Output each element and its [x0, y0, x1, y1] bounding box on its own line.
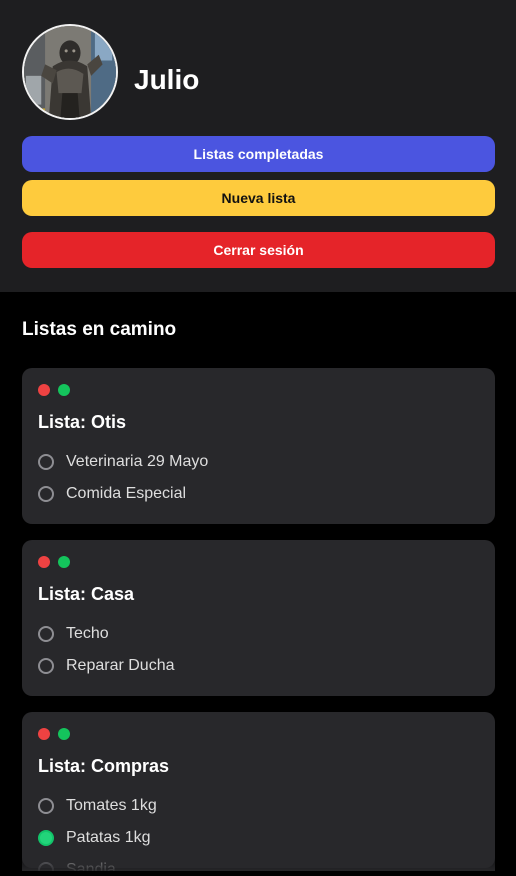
- statue-photo-avatar: [24, 26, 116, 118]
- radio-check-icon[interactable]: [38, 486, 54, 502]
- task-label: Comida Especial: [66, 485, 187, 502]
- task-item[interactable]: Comida Especial: [38, 478, 208, 510]
- red-status-dot[interactable]: [38, 728, 50, 740]
- radio-check-icon[interactable]: [38, 830, 54, 846]
- task-item[interactable]: Patatas 1kg: [38, 822, 157, 854]
- card-status-dots: [38, 384, 70, 396]
- radio-check-icon[interactable]: [38, 658, 54, 674]
- task-item[interactable]: Tomates 1kg: [38, 790, 157, 822]
- task-item[interactable]: Veterinaria 29 Mayo: [38, 446, 208, 478]
- list-title: Lista: Casa: [38, 584, 135, 604]
- task-label: Reparar Ducha: [66, 657, 175, 674]
- list-title: Lista: Compras: [38, 756, 170, 776]
- completed-lists-button[interactable]: Listas completadas: [22, 136, 495, 172]
- section-title: Listas en camino: [22, 319, 177, 340]
- task-list: Veterinaria 29 Mayo Comida Especial: [38, 446, 208, 510]
- task-label: Veterinaria 29 Mayo: [66, 453, 209, 470]
- logout-button[interactable]: Cerrar sesión: [22, 232, 495, 268]
- red-status-dot[interactable]: [38, 556, 50, 568]
- task-list: Tomates 1kg Patatas 1kg Sandia: [38, 790, 157, 871]
- task-label: Patatas 1kg: [66, 829, 151, 846]
- task-item[interactable]: Techo: [38, 618, 175, 650]
- radio-check-icon[interactable]: [38, 862, 54, 871]
- list-card[interactable]: Lista: Otis Veterinaria 29 Mayo Comida E…: [22, 368, 495, 524]
- green-status-dot[interactable]: [58, 728, 70, 740]
- new-list-button[interactable]: Nueva lista: [22, 180, 495, 216]
- bottom-edge: [0, 871, 516, 876]
- list-card[interactable]: Lista: Compras Tomates 1kg Patatas 1kg S…: [22, 712, 495, 871]
- radio-check-icon[interactable]: [38, 626, 54, 642]
- green-status-dot[interactable]: [58, 556, 70, 568]
- lists-container[interactable]: Lista: Otis Veterinaria 29 Mayo Comida E…: [22, 368, 495, 871]
- app-screen: Julio Listas completadas Nueva lista Cer…: [0, 0, 516, 876]
- task-item[interactable]: Sandia: [38, 854, 157, 871]
- task-label: Tomates 1kg: [66, 797, 157, 814]
- radio-check-icon[interactable]: [38, 798, 54, 814]
- card-status-dots: [38, 556, 70, 568]
- card-status-dots: [38, 728, 70, 740]
- red-status-dot[interactable]: [38, 384, 50, 396]
- task-label: Sandia: [66, 861, 116, 871]
- list-card[interactable]: Lista: Casa Techo Reparar Ducha: [22, 540, 495, 696]
- green-status-dot[interactable]: [58, 384, 70, 396]
- profile-header: Julio Listas completadas Nueva lista Cer…: [0, 0, 516, 292]
- user-name: Julio: [134, 64, 200, 95]
- task-list: Techo Reparar Ducha: [38, 618, 175, 682]
- list-title: Lista: Otis: [38, 412, 127, 432]
- task-item[interactable]: Reparar Ducha: [38, 650, 175, 682]
- radio-check-icon[interactable]: [38, 454, 54, 470]
- task-label: Techo: [66, 625, 109, 642]
- avatar: [22, 24, 118, 120]
